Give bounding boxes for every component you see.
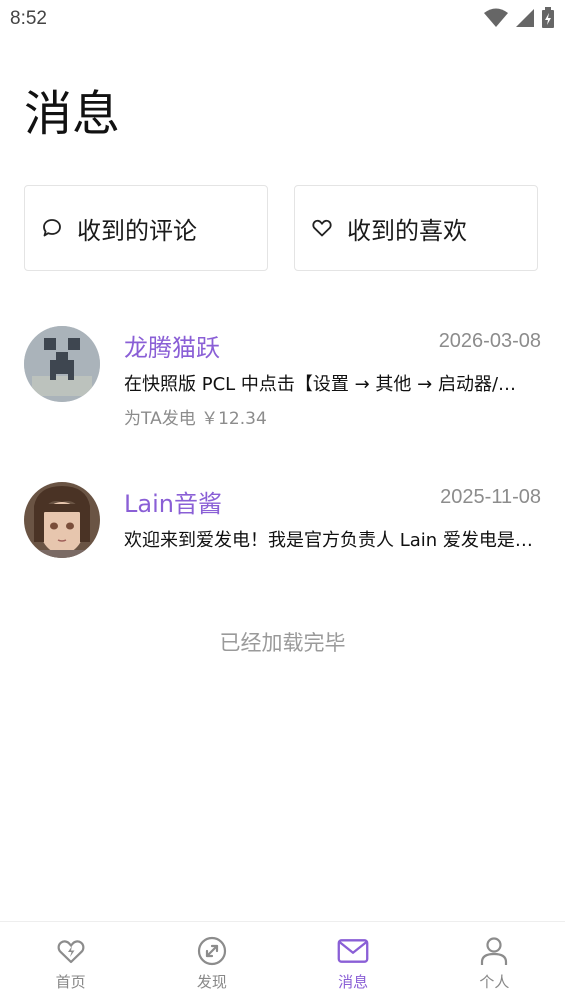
status-bar: 8:52	[0, 0, 565, 40]
list-end-text: 已经加载完毕	[219, 631, 346, 655]
message-date: 2026-03-08	[438, 330, 541, 352]
message-date: 2025-11-08	[440, 486, 541, 508]
sponsor-info: 为TA发电 ￥12.34	[124, 409, 267, 429]
received-likes-label: 收到的喜欢	[347, 216, 467, 245]
cellular-signal-icon	[515, 8, 535, 32]
battery-icon	[541, 7, 555, 33]
received-comments-label: 收到的评论	[77, 216, 197, 245]
status-time: 8:52	[10, 8, 47, 29]
page-title: 消息	[24, 86, 121, 142]
received-comments-button[interactable]: 收到的评论	[24, 185, 268, 271]
compass-icon	[196, 935, 228, 967]
tab-profile[interactable]: 个人	[424, 922, 565, 1004]
status-icons	[483, 7, 555, 33]
home-heart-icon	[55, 935, 87, 967]
sender-name: Lain音酱	[124, 490, 222, 518]
heart-icon	[311, 217, 333, 239]
tab-home-label: 首页	[55, 973, 86, 991]
sender-name: 龙腾猫跃	[124, 334, 220, 362]
tab-messages-label: 消息	[338, 973, 369, 991]
message-preview: 在快照版 PCL 中点击【设置 → 其他 → 启动器/…	[124, 374, 517, 395]
received-likes-button[interactable]: 收到的喜欢	[294, 185, 538, 271]
person-icon	[478, 935, 510, 967]
message-preview: 欢迎来到爱发电！我是官方负责人 Lain 爱发电是…	[124, 530, 533, 551]
avatar[interactable]	[24, 482, 100, 558]
message-item[interactable]: Lain音酱 2025-11-08 欢迎来到爱发电！我是官方负责人 Lain 爱…	[24, 480, 541, 590]
message-item[interactable]: 龙腾猫跃 2026-03-08 在快照版 PCL 中点击【设置 → 其他 → 启…	[24, 324, 541, 434]
tab-home[interactable]: 首页	[0, 922, 141, 1004]
tab-messages[interactable]: 消息	[283, 922, 424, 1004]
tab-profile-label: 个人	[479, 973, 510, 991]
tab-discover-label: 发现	[196, 973, 227, 991]
mail-icon	[337, 935, 369, 967]
tab-discover[interactable]: 发现	[141, 922, 282, 1004]
avatar[interactable]	[24, 326, 100, 402]
comment-icon	[41, 217, 63, 239]
bottom-tab-bar: 首页 发现 消息 个人	[0, 921, 565, 1004]
wifi-icon	[483, 8, 509, 32]
